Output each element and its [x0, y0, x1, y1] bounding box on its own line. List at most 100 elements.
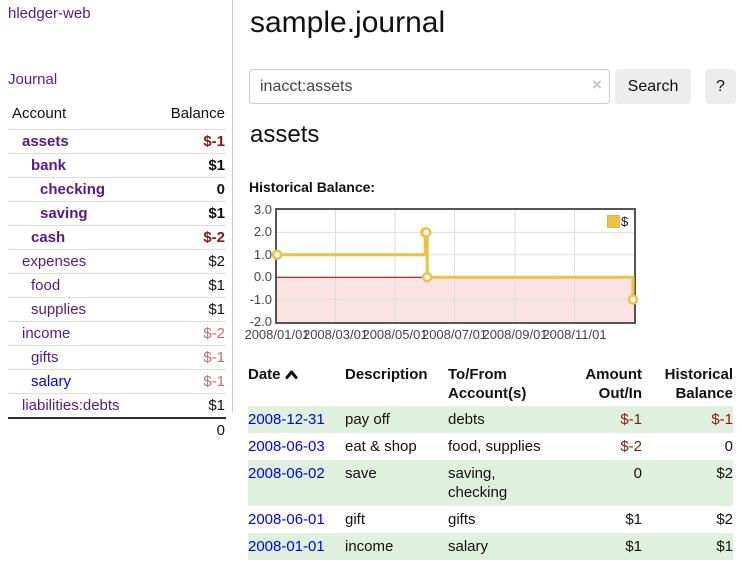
account-balance: $1	[151, 154, 226, 178]
register-row: 2008-06-02savesaving, checking0$2	[248, 460, 733, 506]
accounts-table-header: Account Balance	[8, 101, 226, 130]
accounts-total-spacer	[8, 418, 151, 442]
historical-balance-chart[interactable]: 3.02.01.00.0-1.0-2.0 2008/01/012008/03/0…	[246, 203, 642, 343]
register-header-balance: Historical Balance	[642, 363, 733, 406]
register-row: 2008-12-31pay offdebts$-1$-1	[248, 406, 733, 433]
transaction-accounts: salary	[448, 533, 560, 560]
account-balance: $2	[151, 250, 226, 274]
transaction-date-cell: 2008-06-01	[248, 506, 345, 533]
x-tick-label: 2008/07/01	[422, 327, 487, 342]
sidebar-item-journal[interactable]: Journal	[8, 71, 57, 88]
transaction-date-link[interactable]: 2008-06-03	[248, 438, 325, 455]
sidebar-account-row: salary $-1	[8, 370, 226, 394]
y-tick-label: 2.0	[246, 224, 272, 240]
transaction-amount: $-2	[560, 433, 642, 460]
sidebar-account-expenses[interactable]: expenses	[22, 253, 86, 270]
sidebar-account-row: saving$1	[8, 202, 226, 226]
account-name-cell: liabilities:debts	[8, 394, 151, 419]
sidebar-account-row: supplies $1	[8, 298, 226, 322]
sidebar-account-supplies[interactable]: supplies	[31, 301, 86, 318]
sidebar-account-row: liabilities:debts $1	[8, 394, 226, 419]
transaction-date-link[interactable]: 2008-06-01	[248, 511, 325, 528]
chart-title: Historical Balance:	[249, 179, 375, 195]
sidebar-account-food[interactable]: food	[31, 277, 60, 294]
brand-link[interactable]: hledger-web	[8, 5, 91, 22]
x-tick-label: 2008/03/01	[303, 327, 368, 342]
clear-search-icon[interactable]: ×	[592, 76, 602, 93]
account-balance: $1	[151, 274, 226, 298]
search-help-button[interactable]: ?	[705, 69, 736, 104]
transaction-date-link[interactable]: 2008-01-01	[248, 538, 325, 555]
x-tick-label: 2008/11/01	[542, 327, 606, 342]
transaction-balance: $2	[642, 506, 733, 533]
register-header-date[interactable]: Date	[248, 363, 345, 406]
register-table: Date Description To/From Account(s) Amou…	[248, 363, 733, 560]
sidebar-account-row: gifts$-1	[8, 346, 226, 370]
account-name-cell: salary	[8, 370, 151, 394]
sidebar-account-row: income$-2	[8, 322, 226, 346]
transaction-description: gift	[345, 506, 448, 533]
y-tick-label: 1.0	[246, 247, 272, 263]
accounts-header-account: Account	[8, 101, 151, 130]
sidebar-account-bank[interactable]: bank	[31, 157, 66, 174]
transaction-accounts: saving, checking	[448, 460, 560, 506]
accounts-header-balance: Balance	[151, 101, 226, 130]
account-balance: $1	[151, 298, 226, 322]
accounts-total-value: 0	[151, 418, 226, 442]
sidebar-account-salary[interactable]: salary	[31, 373, 71, 390]
account-name-cell: income	[8, 322, 151, 346]
sidebar-account-row: checking 0	[8, 178, 226, 202]
page-title: sample.journal	[250, 4, 445, 42]
sort-asc-icon	[285, 369, 298, 380]
sidebar-divider	[232, 0, 233, 412]
transaction-balance: 0	[642, 433, 733, 460]
x-tick-label: 2008/05/01	[362, 327, 427, 342]
transaction-date-link[interactable]: 2008-12-31	[248, 411, 325, 428]
x-tick-label: 2008/09/01	[482, 327, 547, 342]
account-balance: $1	[151, 394, 226, 419]
date-header-label: Date	[248, 366, 281, 383]
transaction-balance: $-1	[642, 406, 733, 433]
y-tick-label: 0.0	[246, 269, 272, 285]
account-name-cell: expenses	[8, 250, 151, 274]
y-tick-label: -1.0	[246, 292, 272, 308]
account-balance: $-1	[151, 370, 226, 394]
register-header-accounts: To/From Account(s)	[448, 363, 560, 406]
account-name-cell: assets	[8, 130, 151, 154]
legend-swatch-icon	[607, 215, 620, 228]
transaction-amount: 0	[560, 460, 642, 506]
sidebar-account-saving[interactable]: saving	[40, 205, 88, 222]
account-balance: 0	[151, 178, 226, 202]
transaction-date-cell: 2008-06-03	[248, 433, 345, 460]
sidebar-account-assets[interactable]: assets	[22, 133, 69, 150]
chart-plot[interactable]	[277, 210, 634, 322]
account-name-cell: cash	[8, 226, 151, 250]
search-button[interactable]: Search	[615, 69, 691, 104]
accounts-table: Account Balance assets $-1 bank $1 checking 0…	[8, 101, 226, 442]
transaction-date-cell: 2008-01-01	[248, 533, 345, 560]
transaction-balance: $1	[642, 533, 733, 560]
transaction-amount: $1	[560, 533, 642, 560]
sidebar-account-liabilities-debts[interactable]: liabilities:debts	[22, 397, 120, 414]
sidebar-account-row: bank $1	[8, 154, 226, 178]
search-input[interactable]	[249, 69, 610, 104]
sidebar-account-gifts[interactable]: gifts	[31, 349, 59, 366]
accounts-total-row: 0	[8, 418, 226, 442]
transaction-description: income	[345, 533, 448, 560]
sidebar-account-income[interactable]: income	[22, 325, 70, 342]
legend-label: $	[621, 214, 628, 229]
account-name-cell: food	[8, 274, 151, 298]
transaction-description: eat & shop	[345, 433, 448, 460]
sidebar-account-cash[interactable]: cash	[31, 229, 65, 246]
transaction-date-link[interactable]: 2008-06-02	[248, 465, 325, 482]
transaction-accounts: debts	[448, 406, 560, 433]
sidebar-account-checking[interactable]: checking	[40, 181, 105, 198]
account-name-cell: saving	[8, 202, 151, 226]
register-row: 2008-06-01giftgifts$1$2	[248, 506, 733, 533]
transaction-description: save	[345, 460, 448, 506]
transaction-amount: $-1	[560, 406, 642, 433]
account-balance: $-1	[151, 130, 226, 154]
sidebar-account-row: assets $-1	[8, 130, 226, 154]
account-name-cell: checking	[8, 178, 151, 202]
sidebar-account-row: cash$-2	[8, 226, 226, 250]
